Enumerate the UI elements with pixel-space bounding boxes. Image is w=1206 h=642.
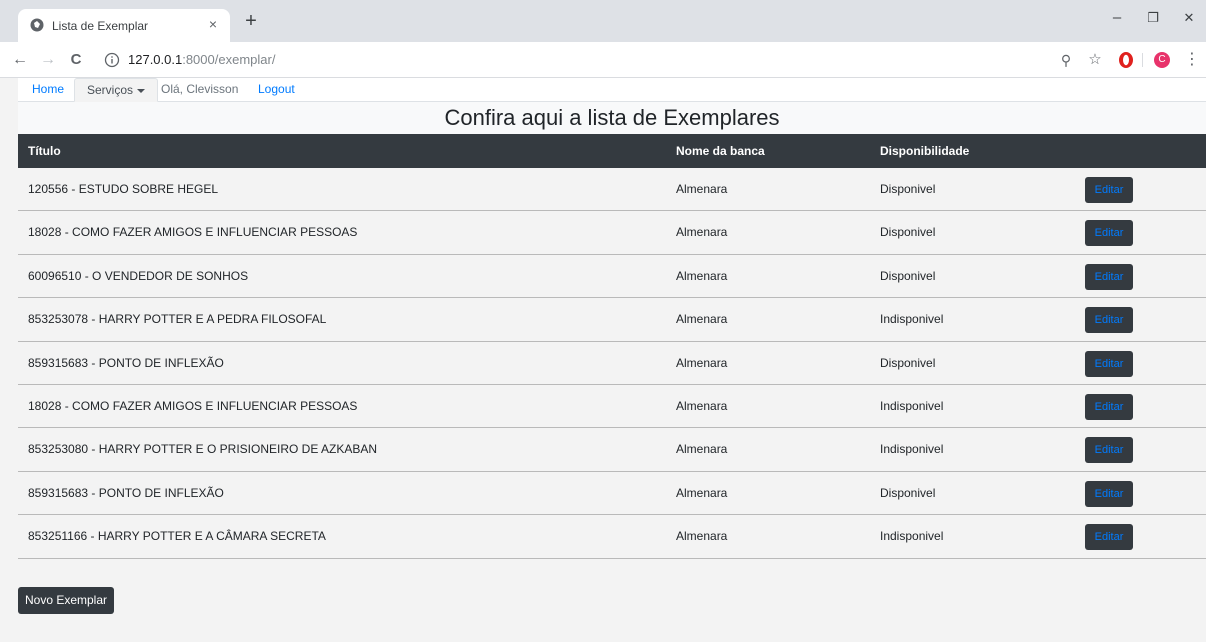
caret-down-icon <box>137 88 146 93</box>
toolbar-divider <box>1142 53 1143 67</box>
cell-disponibilidade: Indisponivel <box>880 398 944 413</box>
header-banca: Nome da banca <box>676 144 765 158</box>
edit-button[interactable]: Editar <box>1085 307 1133 334</box>
tab-title: Lista de Exemplar <box>52 19 149 33</box>
new-exemplar-button[interactable]: Novo Exemplar <box>18 587 114 614</box>
cell-titulo: 18028 - COMO FAZER AMIGOS E INFLUENCIAR … <box>28 398 358 413</box>
edit-button[interactable]: Editar <box>1085 350 1133 377</box>
cell-banca: Almenara <box>676 312 728 327</box>
cell-titulo: 853253078 - HARRY POTTER E A PEDRA FILOS… <box>28 312 327 327</box>
forward-icon[interactable]: → <box>38 50 58 70</box>
cell-banca: Almenara <box>676 268 728 283</box>
cell-titulo: 859315683 - PONTO DE INFLEXÃO <box>28 355 224 370</box>
table-row: 859315683 - PONTO DE INFLEXÃO Almenara D… <box>18 471 1206 516</box>
browser-tab[interactable]: Lista de Exemplar × <box>18 9 230 42</box>
back-icon[interactable]: ← <box>10 50 30 70</box>
header-disponibilidade: Disponibilidade <box>880 144 970 158</box>
nav-servicos-dropdown[interactable]: Serviços <box>74 78 159 102</box>
cell-titulo: 60096510 - O VENDEDOR DE SONHOS <box>28 268 249 283</box>
zoom-icon[interactable]: ⚲ <box>1056 50 1076 70</box>
reload-icon[interactable]: C <box>66 50 86 70</box>
cell-banca: Almenara <box>676 442 728 457</box>
table-row: 853251166 - HARRY POTTER E A CÂMARA SECR… <box>18 515 1206 559</box>
url-path: :8000/exemplar/ <box>182 52 276 67</box>
edit-button[interactable]: Editar <box>1085 263 1133 290</box>
cell-disponibilidade: Indisponivel <box>880 312 944 327</box>
restore-icon[interactable]: ❐ <box>1138 6 1168 30</box>
page-title: Confira aqui a lista de Exemplares <box>18 102 1206 134</box>
profile-avatar[interactable]: C <box>1152 50 1172 70</box>
exemplar-table: Título Nome da banca Disponibilidade 120… <box>18 134 1206 559</box>
cell-banca: Almenara <box>676 182 728 196</box>
app-navbar: Home Serviços Olá, Clevisson Logout <box>18 78 1206 102</box>
browser-toolbar: ← → C 127.0.0.1:8000/exemplar/ ⚲ ☆ C ⋮ <box>0 42 1206 78</box>
edit-button[interactable]: Editar <box>1085 177 1133 203</box>
edit-button[interactable]: Editar <box>1085 220 1133 247</box>
cell-banca: Almenara <box>676 398 728 413</box>
opera-icon[interactable] <box>1116 50 1136 70</box>
cell-titulo: 853253080 - HARRY POTTER E O PRISIONEIRO… <box>28 442 378 457</box>
table-row: 120556 - ESTUDO SOBRE HEGEL Almenara Dis… <box>18 168 1206 212</box>
table-row: 18028 - COMO FAZER AMIGOS E INFLUENCIAR … <box>18 384 1206 429</box>
cell-titulo: 120556 - ESTUDO SOBRE HEGEL <box>28 182 219 196</box>
edit-button[interactable]: Editar <box>1085 393 1133 420</box>
cell-banca: Almenara <box>676 485 728 500</box>
new-tab-icon[interactable]: + <box>240 11 262 33</box>
nav-servicos-label: Serviços <box>87 83 134 97</box>
minimize-icon[interactable]: – <box>1102 6 1132 30</box>
table-header: Título Nome da banca Disponibilidade <box>18 134 1206 168</box>
cell-disponibilidade: Disponivel <box>880 355 936 370</box>
edit-button[interactable]: Editar <box>1085 480 1133 507</box>
table-row: 859315683 - PONTO DE INFLEXÃO Almenara D… <box>18 341 1206 385</box>
header-titulo: Título <box>28 144 61 158</box>
url-text: 127.0.0.1:8000/exemplar/ <box>128 52 275 67</box>
table-row: 60096510 - O VENDEDOR DE SONHOS Almenara… <box>18 254 1206 299</box>
cell-banca: Almenara <box>676 225 728 240</box>
cell-banca: Almenara <box>676 355 728 370</box>
cell-titulo: 18028 - COMO FAZER AMIGOS E INFLUENCIAR … <box>28 225 358 240</box>
cell-titulo: 853251166 - HARRY POTTER E A CÂMARA SECR… <box>28 529 326 544</box>
browser-tab-strip: Lista de Exemplar × + – ❐ ✕ <box>0 0 1206 42</box>
window-close-icon[interactable]: ✕ <box>1174 6 1204 30</box>
browser-menu-icon[interactable]: ⋮ <box>1182 50 1202 70</box>
tab-close-icon[interactable]: × <box>204 15 222 33</box>
user-greeting: Olá, Clevisson <box>161 82 239 96</box>
address-bar[interactable]: 127.0.0.1:8000/exemplar/ <box>104 48 1144 72</box>
cell-disponibilidade: Disponivel <box>880 268 936 283</box>
cell-disponibilidade: Indisponivel <box>880 442 944 457</box>
url-host: 127.0.0.1 <box>128 52 183 67</box>
cell-titulo: 859315683 - PONTO DE INFLEXÃO <box>28 485 224 500</box>
info-icon[interactable] <box>104 52 120 68</box>
table-row: 18028 - COMO FAZER AMIGOS E INFLUENCIAR … <box>18 211 1206 255</box>
edit-button[interactable]: Editar <box>1085 437 1133 464</box>
table-row: 853253078 - HARRY POTTER E A PEDRA FILOS… <box>18 298 1206 342</box>
nav-logout-link[interactable]: Logout <box>246 78 307 102</box>
globe-icon <box>30 18 44 32</box>
cell-banca: Almenara <box>676 529 728 544</box>
edit-button[interactable]: Editar <box>1085 524 1133 551</box>
table-row: 853253080 - HARRY POTTER E O PRISIONEIRO… <box>18 428 1206 472</box>
cell-disponibilidade: Disponivel <box>880 182 936 196</box>
cell-disponibilidade: Disponivel <box>880 485 936 500</box>
profile-initial: C <box>1158 54 1166 65</box>
bookmark-star-icon[interactable]: ☆ <box>1085 50 1105 70</box>
nav-home-link[interactable]: Home <box>20 78 76 102</box>
cell-disponibilidade: Disponivel <box>880 225 936 240</box>
cell-disponibilidade: Indisponivel <box>880 529 944 544</box>
